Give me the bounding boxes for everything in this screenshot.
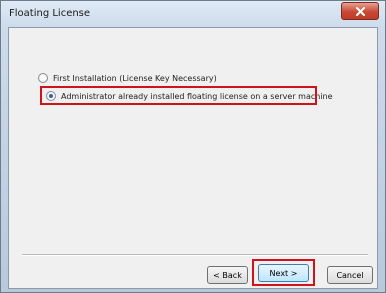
floating-license-dialog: Floating License First Installation (Lic…	[0, 0, 386, 293]
radio-first-installation[interactable]	[38, 73, 48, 83]
option-label-first-installation: First Installation (License Key Necessar…	[53, 73, 217, 83]
cancel-button[interactable]: Cancel	[327, 266, 373, 284]
window-frame-right	[378, 27, 385, 289]
option-highlight-box	[40, 86, 317, 105]
close-icon	[356, 7, 365, 16]
close-button[interactable]	[341, 2, 379, 20]
back-button[interactable]: < Back	[207, 266, 248, 284]
window-frame-left	[1, 27, 8, 289]
title-bar[interactable]: Floating License	[1, 1, 385, 27]
separator-line	[22, 254, 368, 256]
window-title: Floating License	[9, 8, 91, 19]
option-first-installation[interactable]: First Installation (License Key Necessar…	[38, 71, 217, 85]
dialog-content	[8, 27, 378, 289]
next-highlight-box	[252, 259, 315, 286]
